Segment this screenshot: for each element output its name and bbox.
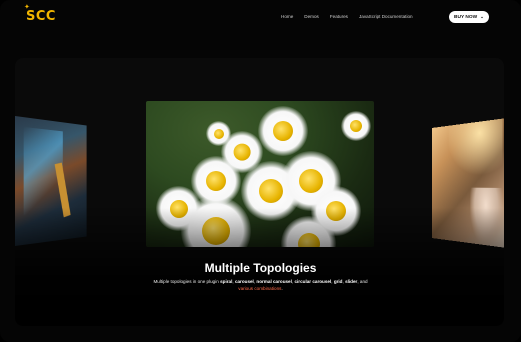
top-navigation: ✦ SCC Home Demos Features JavaScript Doc… bbox=[0, 0, 521, 36]
topology-normal-carousel: normal carousel bbox=[256, 279, 292, 284]
daisy-flower bbox=[258, 106, 308, 156]
hero-subtitle: Multiple topologies in one plugin spiral… bbox=[153, 279, 368, 291]
brand-logo[interactable]: ✦ SCC bbox=[24, 3, 56, 24]
slide-right-sun-glow bbox=[448, 118, 503, 179]
daisy-flower bbox=[206, 121, 231, 146]
topology-carousel: carousel bbox=[234, 279, 254, 284]
carousel-slide-left[interactable] bbox=[15, 116, 87, 246]
app-frame: ✦ SCC Home Demos Features JavaScript Doc… bbox=[0, 0, 521, 342]
spark-icon: ✦ bbox=[24, 3, 31, 11]
hero-title: Multiple Topologies bbox=[204, 261, 317, 275]
subtitle-end: . bbox=[281, 286, 283, 291]
daisy-flower bbox=[281, 216, 336, 247]
daisy-flower bbox=[341, 111, 371, 141]
main-nav: Home Demos Features JavaScript Documenta… bbox=[281, 14, 413, 19]
chevron-down-icon: ⌄ bbox=[480, 14, 484, 19]
carousel-slide-center[interactable] bbox=[146, 101, 374, 247]
topology-spiral: spiral bbox=[220, 279, 233, 284]
buy-now-label: BUY NOW bbox=[454, 14, 478, 20]
nav-home[interactable]: Home bbox=[281, 14, 293, 19]
subtitle-prefix: Multiple topologies in one plugin bbox=[153, 279, 219, 284]
daisy-flower bbox=[156, 186, 201, 231]
buy-now-button[interactable]: BUY NOW ⌄ bbox=[449, 11, 489, 23]
nav-javascript-documentation[interactable]: JavaScript Documentation bbox=[359, 14, 413, 19]
topology-slider: slider bbox=[345, 279, 358, 284]
subtitle-accent-link[interactable]: various combinations bbox=[238, 286, 281, 291]
carousel-slide-right[interactable] bbox=[432, 118, 504, 248]
subtitle-and: and bbox=[359, 279, 368, 284]
topology-circular-carousel: circular carousel bbox=[294, 279, 332, 284]
topology-grid: grid bbox=[333, 279, 343, 284]
slide-right-figure bbox=[470, 187, 503, 248]
logo-text: SCC bbox=[26, 9, 56, 24]
nav-features[interactable]: Features bbox=[330, 14, 348, 19]
nav-demos[interactable]: Demos bbox=[304, 14, 319, 19]
daisy-flower bbox=[311, 186, 361, 236]
